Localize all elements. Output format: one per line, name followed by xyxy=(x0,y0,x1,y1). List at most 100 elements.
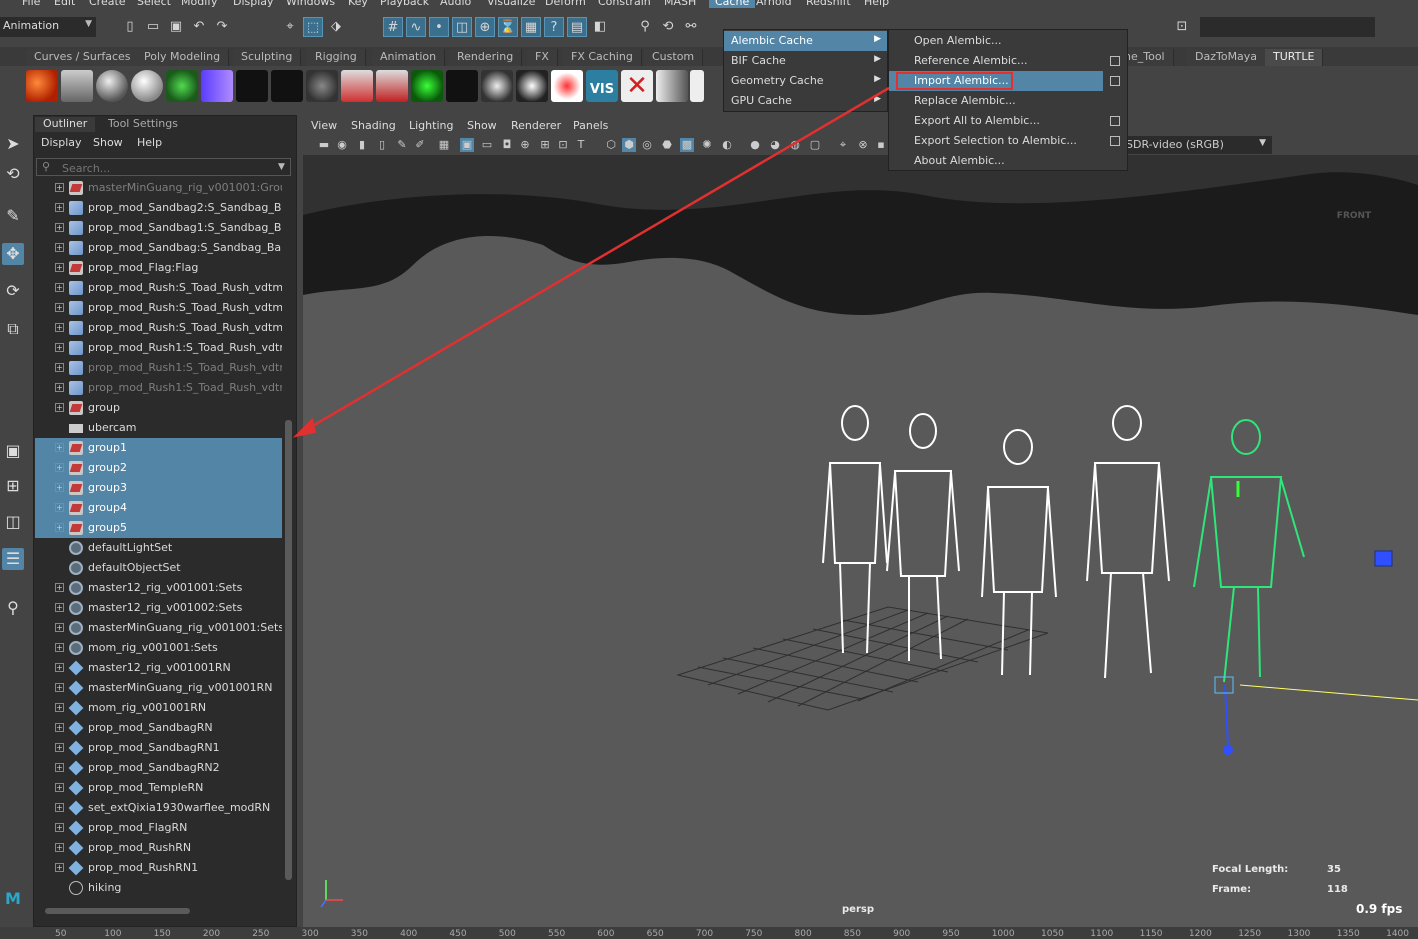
new-scene-icon[interactable]: ▯ xyxy=(120,17,140,37)
snap-live-icon[interactable]: ⊕ xyxy=(475,17,495,37)
ipr-icon[interactable]: ▤ xyxy=(567,17,587,37)
expand-icon[interactable]: + xyxy=(55,243,64,252)
shelf-tab-curves-surfaces[interactable]: Curves / Surfaces xyxy=(26,49,140,66)
expand-icon[interactable]: + xyxy=(55,343,64,352)
outliner-row[interactable]: + prop_mod_Rush1:S_Toad_Rush_vdtmc xyxy=(35,358,282,378)
outliner-menu-help[interactable]: Help xyxy=(137,136,162,149)
outliner-row[interactable]: + prop_mod_Rush1:S_Toad_Rush_vdtmc xyxy=(35,338,282,358)
option-box-icon[interactable] xyxy=(1110,116,1120,126)
select-object-icon[interactable]: ⬚ xyxy=(303,17,323,37)
outliner-row[interactable]: hiking xyxy=(35,878,282,898)
menu-modify[interactable]: Modify xyxy=(181,0,217,8)
move-tool-icon[interactable]: ✥ xyxy=(2,243,24,265)
outliner-row[interactable]: + group2 xyxy=(35,458,282,478)
camera-select-icon[interactable]: ▬ xyxy=(317,138,331,152)
outliner-row[interactable]: + master12_rig_v001002:Sets xyxy=(35,598,282,618)
expand-icon[interactable]: + xyxy=(55,383,64,392)
layout-two-icon[interactable]: ◫ xyxy=(2,511,24,533)
alembic-menu-item-about-alembic[interactable]: About Alembic... xyxy=(889,151,1103,171)
outliner-row[interactable]: + prop_mod_Sandbag2:S_Sandbag_Barri xyxy=(35,198,282,218)
option-box-icon[interactable] xyxy=(1110,56,1120,66)
outliner-row[interactable]: + masterMinGuang_rig_v001001:Sets xyxy=(35,618,282,638)
anti-alias-icon[interactable]: ◍ xyxy=(788,138,802,152)
menu-key[interactable]: Key xyxy=(348,0,368,8)
outliner-row[interactable]: + mom_rig_v001001RN xyxy=(35,698,282,718)
sphere-icon[interactable] xyxy=(96,70,128,102)
outliner-row[interactable]: + prop_mod_RushRN xyxy=(35,838,282,858)
cache-menu-item-geometry-cache[interactable]: Geometry Cache ▶ xyxy=(724,71,887,91)
lasso-icon[interactable]: ⚲ xyxy=(635,17,655,37)
dice-icon[interactable] xyxy=(271,70,303,102)
cache-menu-item-gpu-cache[interactable]: GPU Cache ▶ xyxy=(724,91,887,111)
scrollbar-thumb[interactable] xyxy=(45,908,190,914)
tab-tool-settings[interactable]: Tool Settings xyxy=(100,117,186,132)
menu-arnold[interactable]: Arnold xyxy=(756,0,792,8)
outliner-row[interactable]: + masterMinGuang_rig_v001001:Group xyxy=(35,178,282,198)
fluid-icon[interactable] xyxy=(26,70,58,102)
shadows-icon[interactable]: ◐ xyxy=(720,138,734,152)
menu-file[interactable]: File xyxy=(22,0,40,8)
depth-of-field-icon[interactable]: ▢ xyxy=(808,138,822,152)
alembic-menu-item-open-alembic[interactable]: Open Alembic... xyxy=(889,31,1103,51)
expand-icon[interactable]: + xyxy=(55,403,64,412)
select-component-icon[interactable]: ⬗ xyxy=(326,17,346,37)
2d-pan-icon[interactable]: ✎ xyxy=(395,138,409,152)
gate-mask-icon[interactable]: ◘ xyxy=(500,138,514,152)
expand-icon[interactable]: + xyxy=(55,363,64,372)
expand-icon[interactable]: + xyxy=(55,483,64,492)
expand-icon[interactable]: + xyxy=(55,803,64,812)
snap-point-icon[interactable]: • xyxy=(429,17,449,37)
particles-icon[interactable] xyxy=(236,70,268,102)
expand-icon[interactable]: + xyxy=(55,863,64,872)
menu-display[interactable]: Display xyxy=(233,0,274,8)
help-icon[interactable]: ? xyxy=(544,17,564,37)
expand-icon[interactable]: + xyxy=(55,503,64,512)
expand-icon[interactable]: + xyxy=(55,263,64,272)
expand-icon[interactable]: + xyxy=(55,623,64,632)
outliner-row[interactable]: + masterMinGuang_rig_v001001RN xyxy=(35,678,282,698)
textured-icon[interactable]: ⬣ xyxy=(660,138,674,152)
menu-cache[interactable]: Cache xyxy=(709,0,756,8)
outliner-row[interactable]: + prop_mod_Rush1:S_Toad_Rush_vdtmc xyxy=(35,378,282,398)
shelf-tab-turtle[interactable]: TURTLE xyxy=(1265,49,1324,66)
expand-icon[interactable]: + xyxy=(55,723,64,732)
exposure-icon[interactable]: ▪ xyxy=(874,138,888,152)
text-icon[interactable]: T xyxy=(574,138,588,152)
tab-outliner[interactable]: Outliner xyxy=(35,117,96,132)
cache-menu-item-bif-cache[interactable]: BIF Cache ▶ xyxy=(724,51,887,71)
search-icon[interactable]: ⚲ xyxy=(2,597,24,619)
expand-icon[interactable]: + xyxy=(55,523,64,532)
hw-vis-icon[interactable]: VIS xyxy=(586,70,618,102)
outliner-row[interactable]: + prop_mod_RushRN1 xyxy=(35,858,282,878)
viewport-menu-shading[interactable]: Shading xyxy=(351,119,396,132)
viewport-menu-panels[interactable]: Panels xyxy=(573,119,608,132)
expand-icon[interactable]: + xyxy=(55,203,64,212)
rotate-tool-icon[interactable]: ⟳ xyxy=(2,280,24,302)
shelf-tab-daztomaya[interactable]: DazToMaya xyxy=(1187,49,1267,66)
menu-redshift[interactable]: Redshift xyxy=(806,0,851,8)
field-chart-icon[interactable]: ⊕ xyxy=(518,138,532,152)
viewport-menu-show[interactable]: Show xyxy=(467,119,497,132)
expand-icon[interactable]: + xyxy=(55,823,64,832)
manipulator-handle[interactable] xyxy=(1223,745,1233,755)
sphere-cube-icon[interactable] xyxy=(61,70,93,102)
shelf-tab-poly-modeling[interactable]: Poly Modeling xyxy=(136,49,230,66)
outliner-row[interactable]: + prop_mod_Sandbag1:S_Sandbag_Barri xyxy=(35,218,282,238)
option-box-icon[interactable] xyxy=(1110,136,1120,146)
image-plane-icon[interactable]: ▯ xyxy=(375,138,389,152)
outliner-row[interactable]: + prop_mod_Rush:S_Toad_Rush_vdtmct xyxy=(35,318,282,338)
green-light-icon[interactable] xyxy=(166,70,198,102)
outliner-row[interactable]: + group xyxy=(35,398,282,418)
resolution-gate-icon[interactable]: ▭ xyxy=(480,138,494,152)
select-tool-icon[interactable]: ➤ xyxy=(2,133,24,155)
shelf-tab-fx-caching[interactable]: FX Caching xyxy=(563,49,642,66)
outliner-row[interactable]: + group1 xyxy=(35,438,282,458)
sidebar-toggle-icon[interactable]: ⊡ xyxy=(1172,17,1192,37)
menu-set-selector[interactable]: Animation ▼ xyxy=(0,17,96,37)
outliner-row[interactable]: ubercam xyxy=(35,418,282,438)
expand-icon[interactable]: + xyxy=(55,303,64,312)
shelf-tab-custom[interactable]: Custom xyxy=(644,49,704,66)
outliner-row[interactable]: + mom_rig_v001001:Sets xyxy=(35,638,282,658)
menu-audio[interactable]: Audio xyxy=(440,0,471,8)
outliner-vertical-scrollbar[interactable] xyxy=(283,180,294,905)
